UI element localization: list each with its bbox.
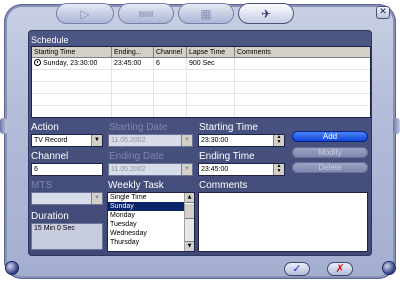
schedule-label: Schedule <box>31 35 69 45</box>
tab-film[interactable]: ▤▤ <box>118 3 174 24</box>
starting-date-label: Starting Date <box>109 122 168 133</box>
add-button[interactable]: Add <box>292 131 368 142</box>
modify-button[interactable]: Modify <box>292 147 368 158</box>
starting-date-picker: 11.05.2002 ▼ <box>108 134 193 147</box>
list-item[interactable]: Wednesday <box>108 229 194 238</box>
play-icon: ▷ <box>80 6 90 21</box>
weekly-task-list[interactable]: Single Time Sunday Monday Tuesday Wednes… <box>107 192 195 252</box>
action-label: Action <box>31 122 59 133</box>
channel-label: Channel <box>31 151 69 162</box>
left-side-grip <box>0 118 7 134</box>
col-ending[interactable]: Ending... <box>112 47 154 58</box>
mts-dropdown: ▼ <box>31 192 103 205</box>
calendar-icon: ▦ <box>200 6 212 21</box>
clock-icon <box>34 59 41 66</box>
cell-comments <box>235 58 370 69</box>
duration-label: Duration <box>31 211 69 222</box>
list-item[interactable]: Monday <box>108 211 194 220</box>
corner-knob-left <box>6 262 18 274</box>
col-starting-time[interactable]: Starting Time <box>32 47 112 58</box>
col-channel[interactable]: Channel <box>154 47 187 58</box>
cell-end: 23:45:00 <box>112 58 154 69</box>
col-lapse-time[interactable]: Lapse Time <box>187 47 235 58</box>
list-item[interactable]: Thursday <box>108 238 194 247</box>
cell-start: Sunday, 23:30:00 <box>32 58 112 69</box>
film-icon: ▤▤ <box>138 9 154 18</box>
ending-time-spinner[interactable]: ▲ ▼ <box>273 164 284 175</box>
ending-date-label: Ending Date <box>109 151 165 162</box>
ending-date-value: 11.05.2002 <box>111 166 146 173</box>
cell-lapse: 900 Sec <box>187 58 235 69</box>
ending-time-label: Ending Time <box>199 151 255 162</box>
scroll-up-icon[interactable]: ▲ <box>185 193 194 203</box>
list-item[interactable]: Tuesday <box>108 220 194 229</box>
right-side-grip <box>393 118 400 134</box>
schedule-table[interactable]: Starting Time Ending... Channel Lapse Ti… <box>31 46 371 118</box>
table-header: Starting Time Ending... Channel Lapse Ti… <box>32 47 370 58</box>
spin-down-icon[interactable]: ▼ <box>274 169 284 174</box>
cancel-button[interactable]: ✗ <box>327 262 353 276</box>
starting-date-value: 11.05.2002 <box>111 137 146 144</box>
delete-button[interactable]: Delete <box>292 162 368 173</box>
ending-time-value: 23:45:00 <box>201 166 229 173</box>
ok-button[interactable]: ✓ <box>284 262 310 276</box>
action-value: TV Record <box>34 137 68 144</box>
weekly-task-label: Weekly Task <box>108 180 164 191</box>
table-row-empty <box>32 106 370 117</box>
chevron-down-icon: ▼ <box>181 164 192 175</box>
satellite-icon: ✈ <box>260 6 272 21</box>
table-row-empty <box>32 94 370 106</box>
chevron-down-icon[interactable]: ▼ <box>91 135 102 146</box>
weekly-task-scrollbar[interactable]: ▲ ▼ <box>184 193 194 251</box>
starting-time-spinner[interactable]: ▲ ▼ <box>273 135 284 146</box>
table-row[interactable]: Sunday, 23:30:00 23:45:00 6 900 Sec <box>32 58 370 70</box>
scroll-thumb[interactable] <box>185 203 194 219</box>
scroll-down-icon[interactable]: ▼ <box>185 241 194 251</box>
ending-date-picker: 11.05.2002 ▼ <box>108 163 193 176</box>
tab-scheduler[interactable]: ✈ <box>238 3 294 24</box>
mts-label: MTS <box>31 180 53 191</box>
cell-start-text: Sunday, 23:30:00 <box>43 60 98 67</box>
cell-channel: 6 <box>154 58 187 69</box>
top-tab-bar: ▷ ▤▤ ▦ ✈ <box>56 3 356 25</box>
list-item[interactable]: Single Time <box>108 193 194 202</box>
comments-textarea[interactable] <box>198 192 368 252</box>
comments-label: Comments <box>199 180 248 191</box>
table-row-empty <box>32 70 370 82</box>
duration-display: 15 Min 0 Sec <box>31 223 103 250</box>
action-dropdown[interactable]: TV Record ▼ <box>31 134 103 147</box>
starting-time-value: 23:30:00 <box>201 137 229 144</box>
scheduler-window: ▷ ▤▤ ▦ ✈ ✕ Schedule Starting Time Ending… <box>0 0 400 283</box>
check-icon: ✓ <box>292 262 302 275</box>
corner-knob-right <box>383 262 395 274</box>
cancel-icon: ✗ <box>335 262 345 275</box>
table-row-empty <box>32 82 370 94</box>
tab-play[interactable]: ▷ <box>56 3 114 24</box>
tab-calendar[interactable]: ▦ <box>178 3 234 24</box>
starting-time-label: Starting Time <box>199 122 258 133</box>
close-icon[interactable]: ✕ <box>376 6 390 19</box>
ending-time-input[interactable]: 23:45:00 ▲ ▼ <box>198 163 285 176</box>
col-comments[interactable]: Comments <box>235 47 370 58</box>
starting-time-input[interactable]: 23:30:00 ▲ ▼ <box>198 134 285 147</box>
chevron-down-icon: ▼ <box>91 193 102 204</box>
channel-input[interactable]: 6 <box>31 163 103 176</box>
list-item-selected[interactable]: Sunday <box>108 202 194 211</box>
chevron-down-icon: ▼ <box>181 135 192 146</box>
spin-down-icon[interactable]: ▼ <box>274 140 284 145</box>
